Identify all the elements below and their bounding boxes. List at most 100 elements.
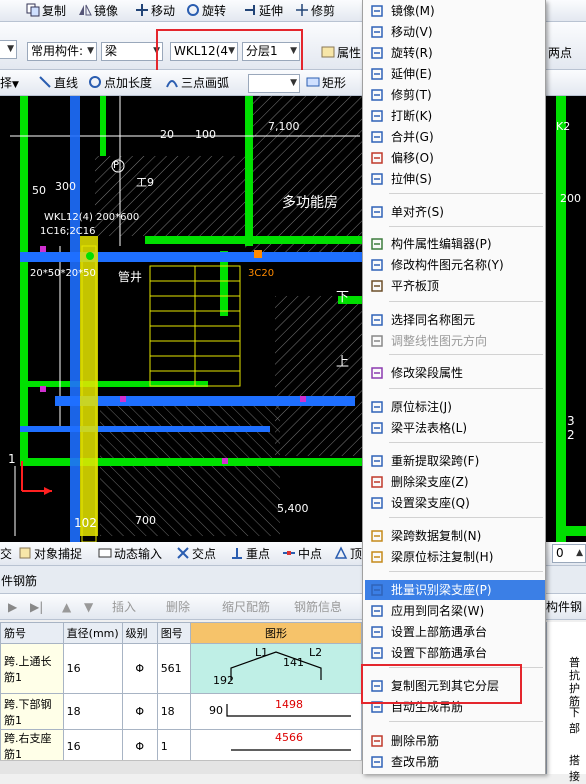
perpendicular-label: 重点 xyxy=(246,547,271,561)
menu-item-extract-span[interactable]: 重新提取梁跨(F) xyxy=(365,451,545,471)
three-point-arc-button[interactable]: 三点画弧 xyxy=(165,74,229,93)
menu-item-beam-segment[interactable]: 修改梁段属性 xyxy=(365,363,545,383)
menu-item-merge[interactable]: 合并(G) xyxy=(365,127,545,147)
vertex-toggle[interactable]: 顶 xyxy=(334,545,362,564)
dynamic-input-toggle[interactable]: 动态输入 xyxy=(98,545,162,564)
menu-item-align[interactable]: 单对齐(S) xyxy=(365,202,545,222)
rebar-name-cell[interactable]: 跨.上通长 筋1 xyxy=(0,643,64,694)
menu-item-label: 延伸(E) xyxy=(391,67,432,81)
menu-item-mirror[interactable]: 镜像(M) xyxy=(365,1,545,21)
move-down-icon[interactable]: ▼ xyxy=(84,598,93,617)
shape-length: 1498 xyxy=(274,698,303,711)
menu-item-break[interactable]: 打断(K) xyxy=(365,106,545,126)
menu-item-batch-support[interactable]: 批量识别梁支座(P) xyxy=(365,580,545,600)
rectangle-button[interactable]: 矩形 xyxy=(306,74,346,93)
spin-value-field[interactable]: 0 ▲ xyxy=(552,544,586,563)
menu-item-delete-hanger[interactable]: 删除吊筋 xyxy=(365,731,545,751)
toolbar-overflow xyxy=(0,2,8,21)
grade-cell[interactable]: Φ xyxy=(121,643,158,694)
horizontal-scrollbar[interactable] xyxy=(0,760,362,774)
rebar-name-cell[interactable]: 跨.下部钢 筋1 xyxy=(0,693,64,730)
menu-item-label: 调整线性图元方向 xyxy=(391,334,488,348)
two-point-button[interactable]: 两点 xyxy=(548,44,572,63)
menu-item-apply-same[interactable]: 应用到同名梁(W) xyxy=(365,601,545,621)
menu-item-label: 原位标注(J) xyxy=(391,400,452,414)
attribute-button[interactable]: 属性 xyxy=(321,44,361,63)
move-button[interactable]: 移动 xyxy=(135,2,175,21)
mid-point-toggle[interactable]: 中点 xyxy=(282,545,322,564)
move-up-icon[interactable]: ▲ xyxy=(62,598,71,617)
menu-item-rename[interactable]: 修改构件图元名称(Y) xyxy=(365,255,545,275)
shape-cell[interactable]: L1 141 L2 192 xyxy=(189,643,363,694)
figure-number-cell[interactable]: 18 xyxy=(156,693,191,730)
menu-item-extend[interactable]: 延伸(E) xyxy=(365,64,545,84)
menu-item-trim[interactable]: 修剪(T) xyxy=(365,85,545,105)
menu-item-edit-hanger[interactable]: 查改吊筋 xyxy=(365,752,545,772)
menu-item-direction[interactable]: 调整线性图元方向 xyxy=(365,331,545,351)
menu-item-delete-support[interactable]: 删除梁支座(Z) xyxy=(365,472,545,492)
cross-point-toggle[interactable]: 交点 xyxy=(176,545,216,564)
column-header: 级别 xyxy=(121,622,158,644)
table-row[interactable]: 跨.下部钢 筋1 18 Φ 18 90 1498 xyxy=(0,693,363,730)
grade-cell[interactable]: Φ xyxy=(121,693,158,730)
category-combo[interactable]: 梁 ▼ xyxy=(101,42,163,61)
delete-button[interactable]: 删除 xyxy=(166,598,190,617)
category-value: 梁 xyxy=(105,44,118,58)
break-icon xyxy=(371,110,383,122)
mirror-button[interactable]: 镜像 xyxy=(78,2,118,21)
shape-cell[interactable]: 4566 xyxy=(189,729,363,763)
rebar-name: 跨.右支座 xyxy=(4,732,52,745)
point-length-button[interactable]: 点加长度 xyxy=(88,74,152,93)
figure-number-cell[interactable]: 1 xyxy=(156,729,191,763)
next-record-icon[interactable]: ▶ xyxy=(8,598,17,617)
menu-item-bottom-rebar[interactable]: 设置下部筋遇承台 xyxy=(365,643,545,663)
element-type-value: 常用构件: xyxy=(31,44,84,58)
diameter-cell[interactable]: 16 xyxy=(62,643,123,694)
menu-item-label-copy[interactable]: 梁原位标注复制(H) xyxy=(365,547,545,567)
table-row[interactable]: 跨.右支座 筋1 16 Φ 1 4566 xyxy=(0,729,363,763)
select-button[interactable]: 择▼ xyxy=(0,74,19,93)
line-button[interactable]: 直线 xyxy=(38,74,78,93)
menu-item-in-situ[interactable]: 原位标注(J) xyxy=(365,397,545,417)
menu-item-span-copy[interactable]: 梁跨数据复制(N) xyxy=(365,526,545,546)
menu-item-rotate[interactable]: 旋转(R) xyxy=(365,43,545,63)
shape-cell[interactable]: 90 1498 xyxy=(189,693,363,730)
diameter-cell[interactable]: 18 xyxy=(62,693,123,730)
diameter-cell[interactable]: 16 xyxy=(62,729,123,763)
menu-item-beam-table[interactable]: 梁平法表格(L) xyxy=(365,418,545,438)
element-type-combo[interactable]: 常用构件: ▼ xyxy=(27,42,97,61)
menu-item-set-support[interactable]: 设置梁支座(Q) xyxy=(365,493,545,513)
prev-combo[interactable]: ▼ xyxy=(0,40,17,59)
other-rebar-button[interactable]: 构件钢 xyxy=(546,598,582,617)
rotate-button[interactable]: 旋转 xyxy=(186,2,226,21)
edit-hanger-icon xyxy=(371,756,383,768)
menu-item-select-same[interactable]: 选择同名称图元 xyxy=(365,310,545,330)
rebar-info-button[interactable]: 钢筋信息 xyxy=(294,598,342,617)
intersect-toggle[interactable]: 交 xyxy=(0,545,12,564)
insert-button[interactable]: 插入 xyxy=(112,598,136,617)
menu-item-offset[interactable]: 偏移(O) xyxy=(365,148,545,168)
trim-button[interactable]: 修剪 xyxy=(295,2,335,21)
table-row[interactable]: 跨.上通长 筋1 16 Φ 561 L1 141 L2 192 xyxy=(0,643,363,694)
menu-item-top-rebar[interactable]: 设置上部筋遇承台 xyxy=(365,622,545,642)
menu-item-move[interactable]: 移动(V) xyxy=(365,22,545,42)
move-icon xyxy=(371,26,383,38)
rebar-name-cell[interactable]: 跨.右支座 筋1 xyxy=(0,729,64,763)
arc-icon xyxy=(166,80,178,88)
scale-rebar-button[interactable]: 缩尺配筋 xyxy=(222,598,270,617)
last-record-icon[interactable]: ▶| xyxy=(30,598,43,617)
menu-item-flush-slab[interactable]: 平齐板顶 xyxy=(365,276,545,296)
right-note: 搭接 xyxy=(569,754,580,783)
menu-item-label: 合并(G) xyxy=(391,130,434,144)
arc-mode-combo[interactable]: ▼ xyxy=(248,74,300,93)
figure-number-cell[interactable]: 561 xyxy=(156,643,191,694)
perpendicular-toggle[interactable]: 重点 xyxy=(230,545,270,564)
object-snap-toggle[interactable]: 对象捕捉 xyxy=(18,545,82,564)
rotate-icon xyxy=(187,4,199,16)
grade-cell[interactable]: Φ xyxy=(121,729,158,763)
menu-separator xyxy=(389,226,543,227)
copy-button[interactable]: 复制 xyxy=(26,2,66,21)
menu-item-property-editor[interactable]: 构件属性编辑器(P) xyxy=(365,234,545,254)
menu-item-stretch[interactable]: 拉伸(S) xyxy=(365,169,545,189)
extend-button[interactable]: 延伸 xyxy=(243,2,283,21)
